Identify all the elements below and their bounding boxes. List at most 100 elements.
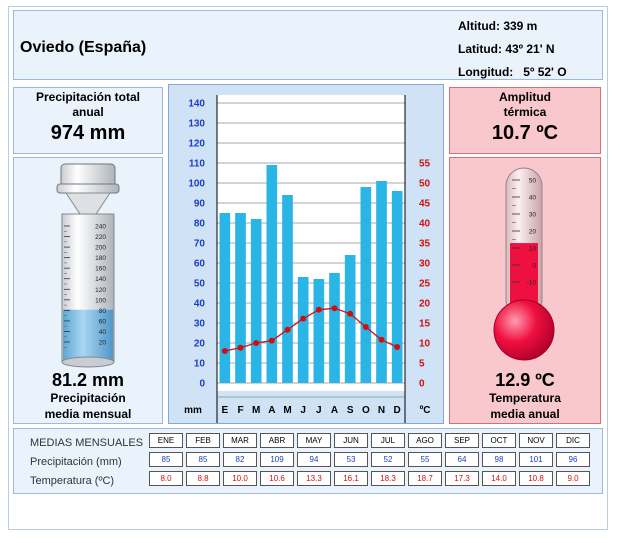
precip-cell: 82 — [223, 452, 257, 467]
y2-tick-label: 10 — [419, 339, 431, 350]
amplitude-label-2: térmica — [503, 105, 547, 119]
temperature-point — [378, 336, 385, 343]
city-name: Oviedo (España) — [20, 39, 147, 56]
temperature-point — [221, 348, 228, 354]
annual-precipitation-box: Precipitación total anual 974 mm — [13, 87, 163, 154]
month-header-cell: SEP — [445, 433, 479, 448]
temp-row-label: Temperatura (ºC) — [30, 475, 115, 487]
temp-cell: 17.3 — [445, 471, 479, 486]
temperature-point — [284, 326, 291, 333]
precip-bar — [219, 213, 231, 383]
temperature-point — [300, 315, 307, 322]
month-header-cell: AGO — [408, 433, 442, 448]
x-tick-label: S — [347, 405, 354, 416]
x-tick-label: A — [331, 405, 338, 416]
y-tick-label: 140 — [188, 99, 205, 110]
temp-cell: 8.8 — [186, 471, 220, 486]
climate-chart-widget: { "header": { "city": "Oviedo (España)",… — [0, 0, 621, 543]
thermo-tick-label: 0 — [532, 263, 536, 270]
thermo-tick-label: -10 — [527, 280, 537, 287]
gauge-tick-label: 40 — [99, 329, 107, 336]
thermo-tick-label: 20 — [529, 229, 537, 236]
gauge-tick-label: 120 — [95, 287, 106, 294]
month-header-cell: MAY — [297, 433, 331, 448]
temperature-point — [347, 310, 354, 317]
temp-cell: 9.0 — [556, 471, 590, 486]
mean-temp-label-2: media anual — [490, 407, 560, 421]
month-header-cell: FEB — [186, 433, 220, 448]
temp-cell: 10.0 — [223, 471, 257, 486]
annual-precip-value: 974 mm — [50, 122, 126, 144]
precip-bar — [360, 187, 372, 383]
precip-row-label: Precipitación (mm) — [30, 456, 122, 468]
gauge-tick-label: 240 — [95, 224, 106, 231]
mean-precip-label-2: media mensual — [44, 407, 132, 421]
temperature-point — [253, 340, 260, 346]
y2-tick-label: 50 — [419, 179, 431, 190]
precip-bar — [235, 213, 246, 383]
climograph: 1401301201101009080706050403020100555045… — [184, 95, 431, 423]
temp-cell: 18.3 — [371, 471, 405, 486]
y-tick-label: 30 — [194, 319, 206, 330]
latitude-text: Latitud: 43º 21' N — [458, 42, 555, 56]
precip-cell: 64 — [445, 452, 479, 467]
y-tick-label: 10 — [194, 359, 206, 370]
x-tick-label: M — [252, 405, 260, 416]
rain-gauge-icon: 240 220 200 180 160 140 120 100 80 60 40 20 — [56, 163, 120, 368]
temp-cell: 14.0 — [482, 471, 516, 486]
temp-cell: 8.0 — [149, 471, 183, 486]
x-tick-label: J — [300, 405, 306, 416]
x-tick-label: F — [237, 405, 243, 416]
precip-cell: 52 — [371, 452, 405, 467]
y-tick-label: 20 — [194, 339, 206, 350]
table-title: MEDIAS MENSUALES — [30, 437, 144, 449]
x-tick-label: D — [394, 405, 401, 416]
gauge-tick-label: 100 — [95, 297, 106, 304]
y-tick-label: 110 — [189, 159, 206, 170]
thermal-amplitude-box: Amplitud térmica 10.7 ºC — [449, 87, 601, 154]
precip-bar — [250, 219, 262, 383]
mean-precip-value: 81.2 mm — [51, 370, 125, 390]
location-header: Oviedo (España) Altitud: 339 m Latitud: … — [13, 10, 603, 80]
month-header-cell: DIC — [556, 433, 590, 448]
precip-bar — [266, 165, 278, 383]
temperature-point — [362, 324, 369, 330]
temperature-point — [315, 306, 322, 313]
mean-temperature-box: 50 40 30 20 10 0 -10 12.9 ºC Temperatura media… — [449, 157, 601, 424]
thermo-tick-label: 50 — [529, 178, 537, 185]
y2-tick-label: 0 — [419, 379, 425, 390]
temperature-point — [237, 344, 244, 351]
temp-cell: 10.6 — [260, 471, 294, 486]
thermo-tick-label: 40 — [529, 195, 537, 202]
precip-cell: 98 — [482, 452, 516, 467]
temp-cell: 10.8 — [519, 471, 553, 486]
month-header-cell: NOV — [519, 433, 553, 448]
gauge-tick-label: 140 — [95, 276, 106, 283]
thermo-tick-label: 30 — [529, 212, 537, 219]
y2-tick-label: 15 — [419, 319, 431, 330]
temperature-point — [268, 337, 275, 344]
mm-axis-label: mm — [184, 405, 202, 416]
precip-cell: 101 — [519, 452, 553, 467]
annual-precip-label-1: Precipitación total — [35, 90, 141, 104]
longitude-text: Longitud: 5º 52' O — [458, 65, 567, 79]
gauge-tick-label: 200 — [95, 245, 106, 252]
gauge-tick-label: 80 — [99, 308, 107, 315]
precip-cell: 53 — [334, 452, 368, 467]
amplitude-value: 10.7 ºC — [491, 122, 559, 144]
y2-tick-label: 25 — [419, 279, 431, 290]
precip-bar — [329, 273, 340, 383]
y-tick-label: 70 — [194, 239, 206, 250]
precip-bar — [297, 277, 309, 383]
month-header-cell: ENE — [149, 433, 183, 448]
y-tick-label: 60 — [194, 259, 206, 270]
x-tick-label: J — [316, 405, 322, 416]
x-tick-label: E — [221, 405, 228, 416]
y2-tick-label: 55 — [419, 159, 431, 170]
month-header-cell: JUL — [371, 433, 405, 448]
precip-cell: 96 — [556, 452, 590, 467]
precip-bar — [313, 279, 325, 383]
temperature-point — [394, 344, 401, 350]
thermo-tick-label: 10 — [529, 246, 537, 253]
gauge-tick-label: 180 — [95, 255, 106, 262]
